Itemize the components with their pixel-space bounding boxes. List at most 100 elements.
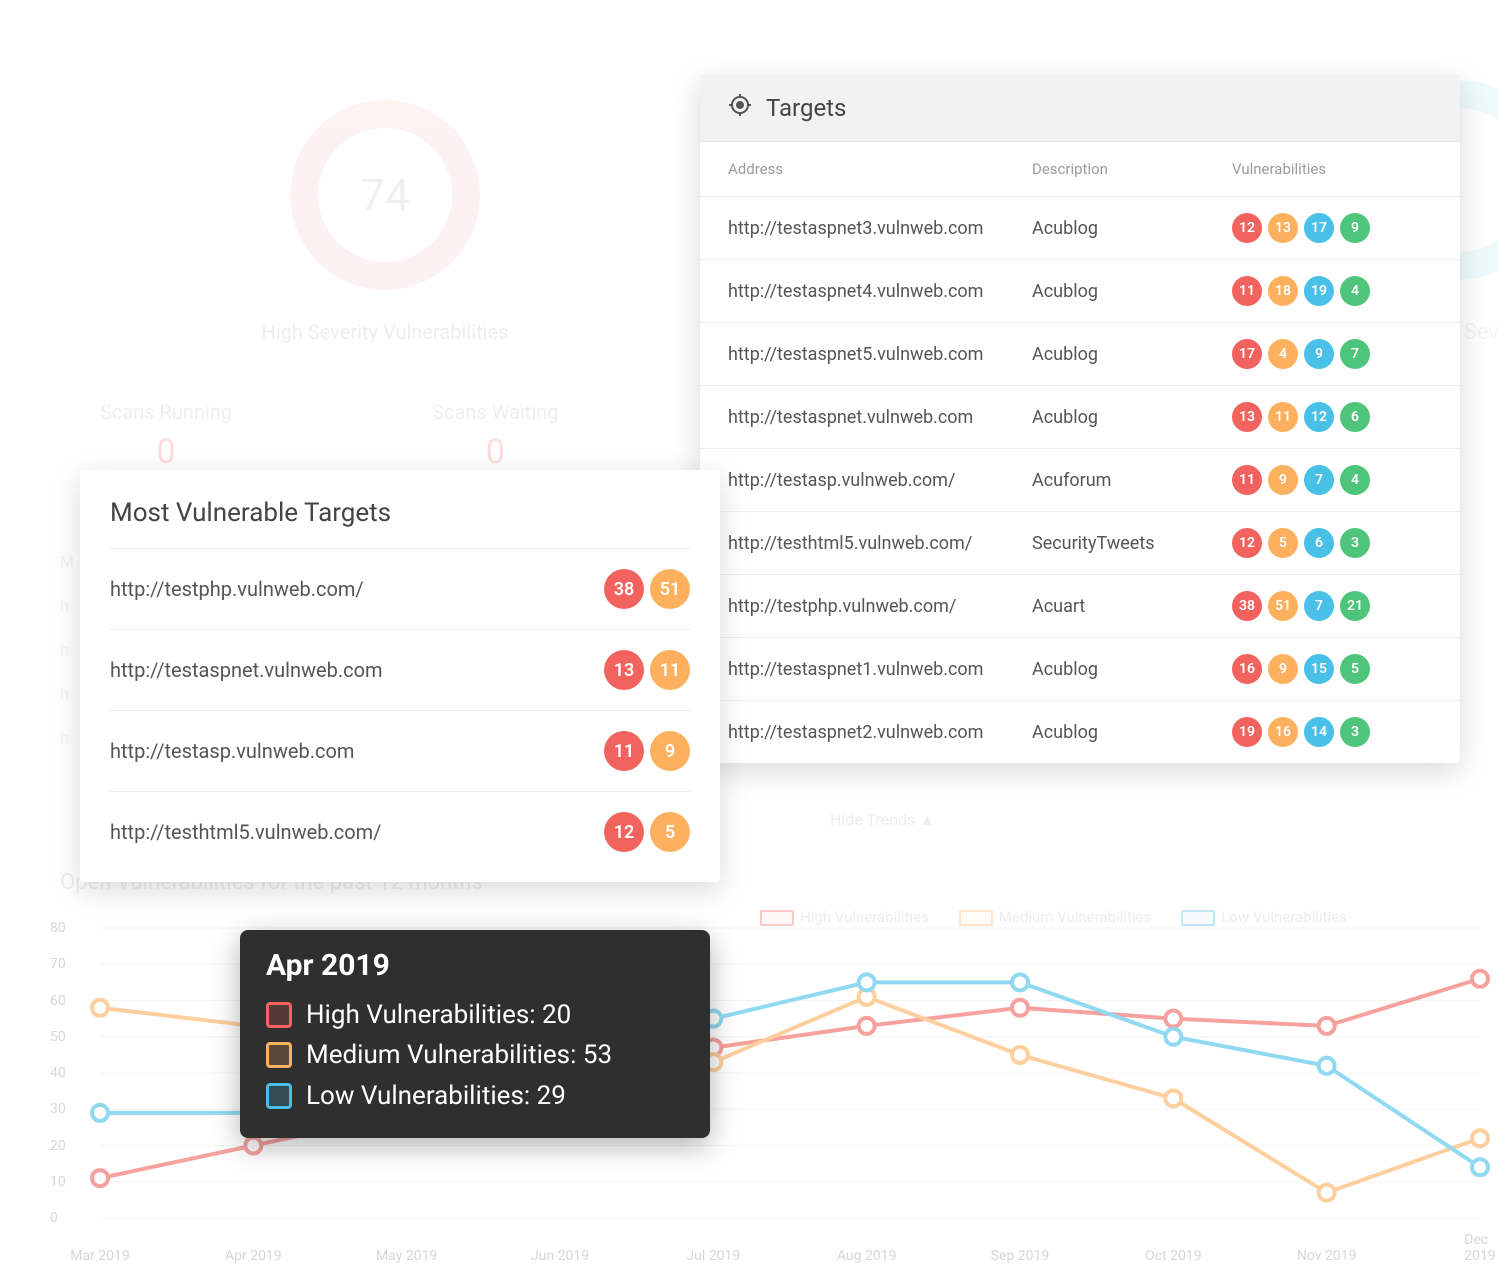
data-point[interactable]	[1012, 974, 1028, 990]
data-point[interactable]	[859, 1018, 875, 1034]
vuln-high-badge: 19	[1232, 717, 1262, 747]
vuln-high-badge: 12	[1232, 528, 1262, 558]
x-tick: Mar 2019	[70, 1248, 130, 1264]
x-tick: May 2019	[376, 1248, 437, 1264]
vuln-medium-badge: 9	[1268, 465, 1298, 495]
row-description: Acublog	[1032, 659, 1232, 680]
data-point[interactable]	[92, 1105, 108, 1121]
vuln-high-badge: 17	[1232, 339, 1262, 369]
row-address: http://testaspnet5.vulnweb.com	[728, 344, 1032, 365]
vuln-low-badge: 9	[1304, 339, 1334, 369]
data-point[interactable]	[1012, 1047, 1028, 1063]
data-point[interactable]	[859, 974, 875, 990]
table-row[interactable]: http://testaspnet1.vulnweb.comAcublog169…	[700, 638, 1460, 701]
vuln-high-badge: 38	[1232, 591, 1262, 621]
data-point[interactable]	[1472, 971, 1488, 987]
donut-value: 74	[360, 169, 409, 221]
row-address: http://testaspnet.vulnweb.com	[728, 407, 1032, 428]
tooltip-high: High Vulnerabilities: 20	[306, 995, 571, 1035]
tooltip-swatch-medium	[266, 1042, 292, 1068]
table-row[interactable]: http://testhtml5.vulnweb.com/SecurityTwe…	[700, 512, 1460, 575]
row-badges: 169155	[1232, 654, 1432, 684]
row-description: Acuforum	[1032, 470, 1232, 491]
data-point[interactable]	[1319, 1058, 1335, 1074]
table-row[interactable]: http://testaspnet.vulnweb.comAcublog1311…	[700, 386, 1460, 449]
table-row[interactable]: http://testaspnet5.vulnweb.comAcublog174…	[700, 323, 1460, 386]
vuln-low-badge: 15	[1304, 654, 1334, 684]
vuln-medium-badge: 16	[1268, 717, 1298, 747]
severity-caption-partial: Sever	[1464, 320, 1498, 345]
table-row[interactable]: http://testaspnet3.vulnweb.comAcublog121…	[700, 197, 1460, 260]
vuln-medium-badge: 11	[1268, 402, 1298, 432]
vuln-medium-badge: 5	[650, 812, 690, 852]
chart-tooltip: Apr 2019 High Vulnerabilities: 20 Medium…	[240, 930, 710, 1138]
mvt-address: http://testaspnet.vulnweb.com	[110, 658, 383, 682]
vuln-info-badge: 21	[1340, 591, 1370, 621]
data-point[interactable]	[1165, 1011, 1181, 1027]
y-tick: 70	[50, 956, 66, 972]
mvt-badges: 3851	[604, 569, 690, 609]
list-item[interactable]: http://testhtml5.vulnweb.com/125	[110, 791, 690, 872]
y-tick: 50	[50, 1029, 66, 1045]
x-tick: Oct 2019	[1145, 1248, 1202, 1264]
row-badges: 1213179	[1232, 213, 1432, 243]
targets-panel: Targets Address Description Vulnerabilit…	[700, 75, 1460, 763]
tooltip-swatch-high	[266, 1002, 292, 1028]
table-row[interactable]: http://testphp.vulnweb.com/Acuart3851721	[700, 575, 1460, 638]
col-vulnerabilities: Vulnerabilities	[1232, 160, 1432, 178]
row-address: http://testaspnet3.vulnweb.com	[728, 218, 1032, 239]
y-tick: 0	[50, 1210, 58, 1226]
data-point[interactable]	[1319, 1018, 1335, 1034]
mvt-title: Most Vulnerable Targets	[110, 498, 690, 528]
table-row[interactable]: http://testaspnet4.vulnweb.comAcublog111…	[700, 260, 1460, 323]
list-item[interactable]: http://testaspnet.vulnweb.com1311	[110, 629, 690, 710]
scans-waiting-label: Scans Waiting	[432, 400, 558, 424]
vuln-info-badge: 5	[1340, 654, 1370, 684]
list-item[interactable]: http://testasp.vulnweb.com 119	[110, 710, 690, 791]
targets-title: Targets	[766, 94, 846, 122]
vuln-low-badge: 12	[1304, 402, 1334, 432]
tooltip-swatch-low	[266, 1083, 292, 1109]
row-description: Acuart	[1032, 596, 1232, 617]
row-description: Acublog	[1032, 344, 1232, 365]
x-tick: Aug 2019	[837, 1248, 897, 1264]
vuln-medium-badge: 4	[1268, 339, 1298, 369]
high-severity-donut: 74	[290, 100, 480, 290]
y-tick: 80	[50, 920, 66, 936]
row-badges: 12563	[1232, 528, 1432, 558]
vuln-high-badge: 11	[604, 731, 644, 771]
y-tick: 20	[50, 1138, 66, 1154]
list-item[interactable]: http://testphp.vulnweb.com/3851	[110, 548, 690, 629]
y-tick: 10	[50, 1174, 66, 1190]
row-description: Acublog	[1032, 722, 1232, 743]
data-point[interactable]	[1012, 1000, 1028, 1016]
vuln-medium-badge: 51	[1268, 591, 1298, 621]
mvt-address: http://testhtml5.vulnweb.com/	[110, 820, 381, 844]
data-point[interactable]	[1165, 1029, 1181, 1045]
data-point[interactable]	[92, 1170, 108, 1186]
donut-caption: High Severity Vulnerabilities	[220, 320, 550, 344]
vuln-low-badge: 6	[1304, 528, 1334, 558]
data-point[interactable]	[1165, 1090, 1181, 1106]
data-point[interactable]	[1472, 1130, 1488, 1146]
row-badges: 17497	[1232, 339, 1432, 369]
data-point[interactable]	[1472, 1159, 1488, 1175]
data-point[interactable]	[92, 1000, 108, 1016]
vuln-medium-badge: 11	[650, 650, 690, 690]
data-point[interactable]	[245, 1138, 261, 1154]
vuln-low-badge: 7	[1304, 465, 1334, 495]
data-point[interactable]	[1319, 1185, 1335, 1201]
vuln-info-badge: 4	[1340, 276, 1370, 306]
table-row[interactable]: http://testaspnet2.vulnweb.comAcublog191…	[700, 701, 1460, 763]
vuln-low-badge: 17	[1304, 213, 1334, 243]
vuln-info-badge: 3	[1340, 717, 1370, 747]
row-address: http://testhtml5.vulnweb.com/	[728, 533, 1032, 554]
vuln-medium-badge: 5	[1268, 528, 1298, 558]
hide-trends-button[interactable]: Hide Trends ▲	[830, 810, 935, 830]
stats-row: Scans Running 0 Scans Waiting 0	[100, 400, 559, 472]
row-address: http://testaspnet2.vulnweb.com	[728, 722, 1032, 743]
target-icon	[728, 93, 752, 123]
table-row[interactable]: http://testasp.vulnweb.com/Acuforum11974	[700, 449, 1460, 512]
mvt-badges: 119	[604, 731, 690, 771]
mvt-address: http://testasp.vulnweb.com	[110, 739, 354, 763]
